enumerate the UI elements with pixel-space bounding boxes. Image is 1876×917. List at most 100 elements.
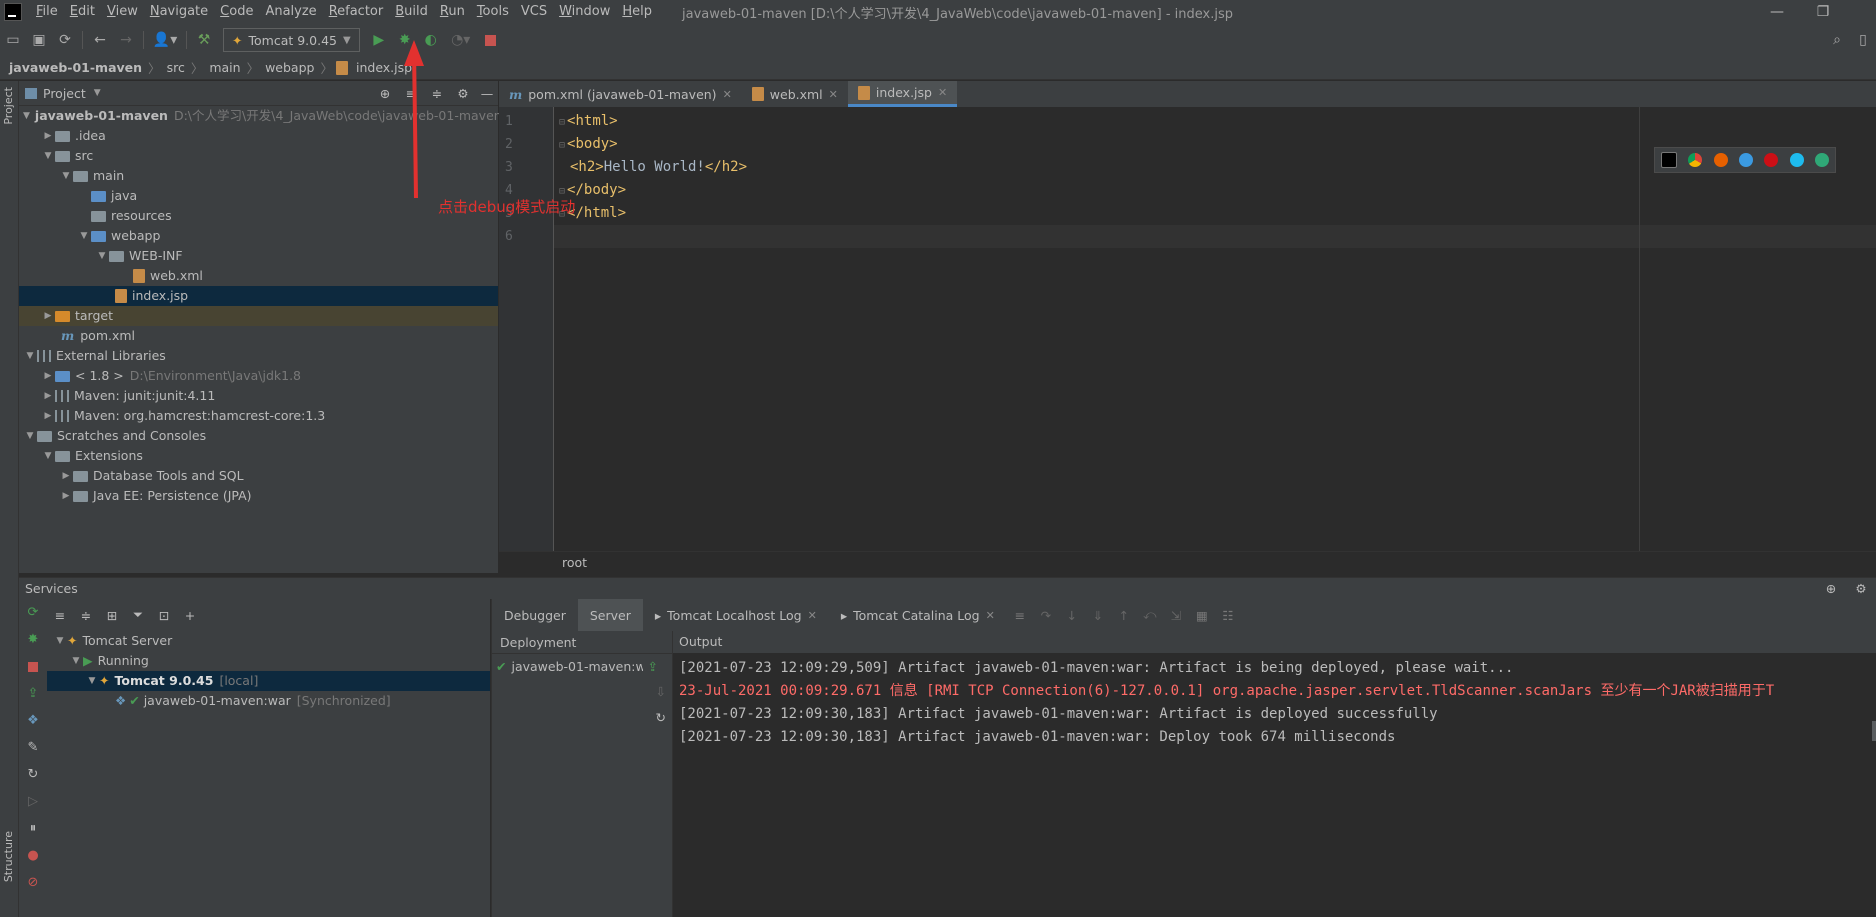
debug-bug-icon[interactable]: ✸ xyxy=(19,626,47,653)
resume-icon[interactable]: ▷ xyxy=(19,788,47,815)
tab-pom-xml[interactable]: m pom.xml (javaweb-01-maven) ✕ xyxy=(499,81,742,107)
console-scrollbar[interactable] xyxy=(1872,721,1876,741)
menu-window[interactable]: Window xyxy=(553,0,616,24)
tab-localhost-log[interactable]: ▸ Tomcat Localhost Log ✕ xyxy=(643,599,829,631)
artifacts-icon[interactable]: ❖ xyxy=(19,707,47,734)
wrench-icon[interactable]: ✎ xyxy=(19,734,47,761)
breadcrumb-webapp[interactable]: webapp xyxy=(262,60,317,75)
tree-item-database-tools[interactable]: ▶ Database Tools and SQL xyxy=(19,466,498,486)
menu-tools[interactable]: Tools xyxy=(471,0,515,24)
chevron-down-icon[interactable]: ▼ xyxy=(41,446,55,466)
close-tab-icon[interactable]: ✕ xyxy=(986,609,995,622)
toolbar-more-icon[interactable]: ▯ xyxy=(1850,27,1876,53)
menu-code[interactable]: Code xyxy=(214,0,259,24)
chevron-right-icon[interactable]: ▶ xyxy=(41,366,55,386)
edge-icon[interactable] xyxy=(1815,153,1830,167)
chevron-down-icon[interactable]: ▼ xyxy=(94,88,101,98)
tree-item-hamcrest[interactable]: ▶ Maven: org.hamcrest:hamcrest-core:1.3 xyxy=(19,406,498,426)
chevron-down-icon[interactable]: ▼ xyxy=(95,246,109,266)
tree-item-junit[interactable]: ▶ Maven: junit:junit:4.11 xyxy=(19,386,498,406)
structure-tool-tab[interactable]: Structure xyxy=(2,831,15,882)
undeploy-icon[interactable]: ⇩ xyxy=(656,684,666,699)
mute-breakpoints-icon[interactable]: ⊘ xyxy=(19,869,47,896)
tree-item-java-ee[interactable]: ▶ Java EE: Persistence (JPA) xyxy=(19,486,498,506)
trace-icon[interactable]: ☷ xyxy=(1215,608,1241,623)
breadcrumb-main[interactable]: main xyxy=(206,60,243,75)
chevron-down-icon[interactable]: ▼ xyxy=(41,146,55,166)
chevron-right-icon[interactable]: ▶ xyxy=(59,466,73,486)
tree-item-scratches[interactable]: ▼ Scratches and Consoles xyxy=(19,426,498,446)
menu-view[interactable]: View xyxy=(101,0,144,24)
fold-marker-icon[interactable]: ⊟ xyxy=(559,140,565,151)
menu-lines-icon[interactable]: ≡ xyxy=(1007,608,1033,623)
menu-analyze[interactable]: Analyze xyxy=(259,0,322,24)
filter-icon[interactable]: ⏷ xyxy=(125,607,151,623)
view-breakpoints-icon[interactable]: ● xyxy=(19,842,47,869)
search-everywhere-icon[interactable]: ⌕ xyxy=(1824,27,1850,53)
breadcrumb-project[interactable]: javaweb-01-maven xyxy=(6,60,145,75)
close-tab-icon[interactable]: ✕ xyxy=(938,86,947,99)
project-tool-tab[interactable]: Project xyxy=(2,87,15,125)
chevron-right-icon[interactable]: ▶ xyxy=(41,306,55,326)
safari-icon[interactable] xyxy=(1738,153,1753,167)
chrome-icon[interactable] xyxy=(1688,153,1703,167)
breadcrumb-src[interactable]: src xyxy=(164,60,188,75)
evaluate-icon[interactable]: ▦ xyxy=(1189,608,1215,623)
service-instance[interactable]: ▼ ✦ Tomcat 9.0.45 [local] xyxy=(47,671,490,691)
pause-icon[interactable]: ⏸ xyxy=(19,815,47,842)
collapse-all-icon[interactable]: ≑ xyxy=(73,608,99,623)
tab-catalina-log[interactable]: ▸ Tomcat Catalina Log ✕ xyxy=(829,599,1007,631)
expand-all-icon[interactable]: ≡ xyxy=(47,608,73,623)
group-by-icon[interactable]: ⊞ xyxy=(99,608,125,623)
sync-icon[interactable]: ⟳ xyxy=(52,27,78,53)
intellij-browser-icon[interactable] xyxy=(1660,152,1677,168)
run-config-select[interactable]: ✦ Tomcat 9.0.45 ▼ xyxy=(223,28,360,52)
ie-icon[interactable] xyxy=(1789,153,1804,167)
editor-breadcrumb[interactable]: root xyxy=(499,551,1876,573)
chevron-right-icon[interactable]: ▶ xyxy=(41,406,55,426)
menu-run[interactable]: Run xyxy=(434,0,471,24)
step-into-icon[interactable]: ↓ xyxy=(1059,608,1085,623)
new-tab-icon[interactable]: ⊡ xyxy=(151,608,177,623)
step-out-icon[interactable]: ↑ xyxy=(1111,608,1137,623)
drop-frame-icon[interactable]: ⤺ xyxy=(1137,607,1163,623)
minimize-icon[interactable]: — xyxy=(1754,4,1800,20)
deploy-icon[interactable]: ⇪ xyxy=(19,680,47,707)
chevron-down-icon[interactable]: ▼ xyxy=(23,346,37,366)
output-console[interactable]: [2021-07-23 12:09:29,509] Artifact javaw… xyxy=(673,653,1876,917)
deploy-icon[interactable]: ⇪ xyxy=(647,659,657,674)
close-tab-icon[interactable]: ✕ xyxy=(829,88,838,101)
user-icon[interactable]: 👤▾ xyxy=(148,27,182,53)
chevron-down-icon[interactable]: ▼ xyxy=(23,426,37,446)
menu-refactor[interactable]: Refactor xyxy=(323,0,390,24)
chevron-right-icon[interactable]: ▶ xyxy=(59,486,73,506)
menu-file[interactable]: File xyxy=(30,0,64,24)
globe-icon[interactable]: ⊕ xyxy=(1816,578,1846,600)
refresh-icon[interactable]: ↻ xyxy=(656,710,666,725)
menu-vcs[interactable]: VCS xyxy=(515,0,553,24)
menu-build[interactable]: Build xyxy=(389,0,434,24)
service-running[interactable]: ▼ ▶ Running xyxy=(47,651,490,671)
tree-item-extensions[interactable]: ▼ Extensions xyxy=(19,446,498,466)
chevron-down-icon[interactable]: ▼ xyxy=(59,166,73,186)
code-area[interactable]: ⊟ <html> ⊟ <body> <h2>Hello World!</h2> ⊟ <… xyxy=(554,110,1876,248)
back-icon[interactable]: ← xyxy=(87,27,113,53)
tree-item-target[interactable]: ▶ target xyxy=(19,306,498,326)
hide-panel-icon[interactable]: — xyxy=(476,86,498,101)
stop-icon[interactable] xyxy=(478,27,504,53)
tab-web-xml[interactable]: web.xml ✕ xyxy=(742,81,848,107)
close-tab-icon[interactable]: ✕ xyxy=(723,88,732,101)
tab-server[interactable]: Server xyxy=(577,599,643,631)
forward-icon[interactable]: → xyxy=(113,27,139,53)
chevron-down-icon[interactable]: ▼ xyxy=(23,106,30,126)
chevron-down-icon[interactable]: ▼ xyxy=(69,651,83,671)
add-service-icon[interactable]: + xyxy=(177,608,203,623)
chevron-right-icon[interactable]: ▶ xyxy=(41,386,55,406)
tab-index-jsp[interactable]: index.jsp ✕ xyxy=(847,81,958,107)
save-all-icon[interactable]: ▣ xyxy=(26,27,52,53)
menu-navigate[interactable]: Navigate xyxy=(144,0,214,24)
deployment-item[interactable]: ✔ javaweb-01-maven:war ⇪ xyxy=(492,654,672,678)
force-step-into-icon[interactable]: ⇓ xyxy=(1085,608,1111,623)
chevron-down-icon[interactable]: ▼ xyxy=(77,226,91,246)
gear-icon[interactable]: ⚙ xyxy=(450,86,476,101)
